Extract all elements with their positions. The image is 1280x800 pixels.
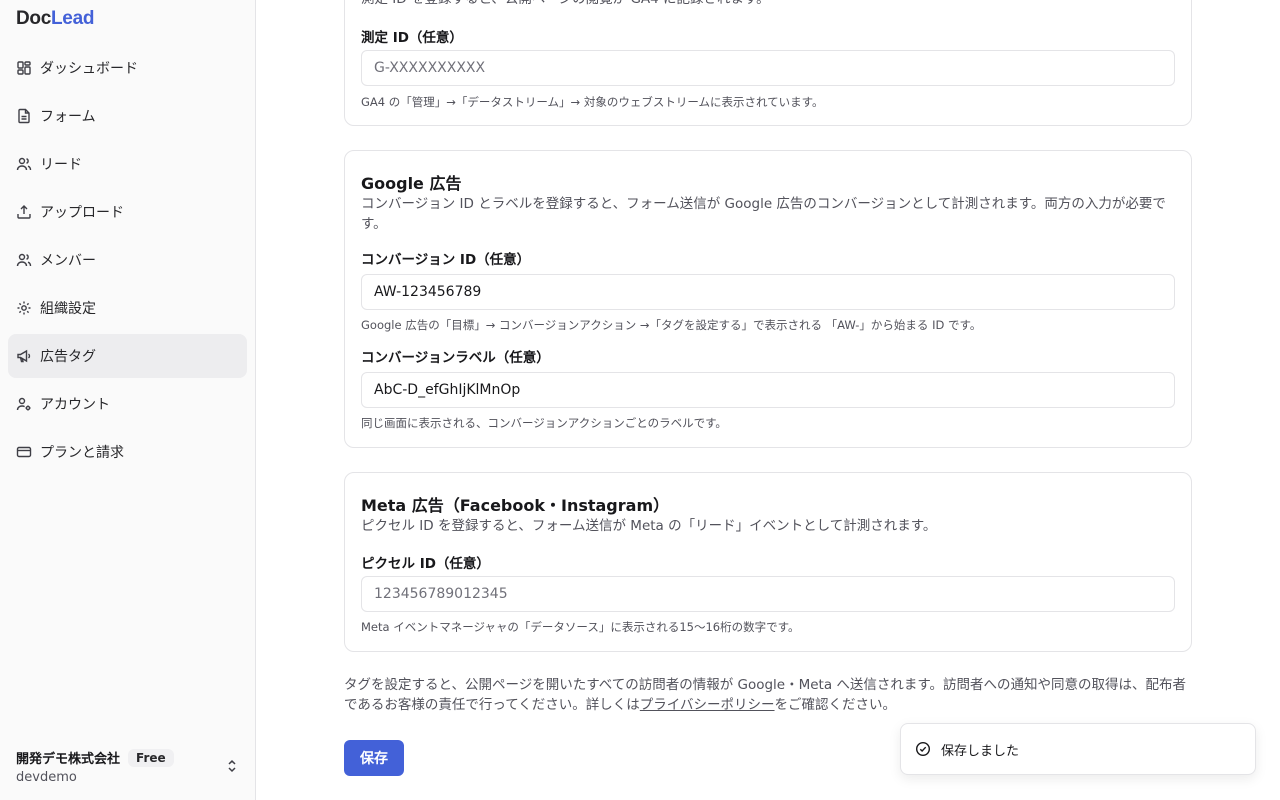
toast-message: 保存しました	[941, 743, 1020, 759]
org-slug: devdemo	[16, 770, 77, 785]
conversion-label-label: コンバージョンラベル（任意）	[361, 350, 550, 366]
sidebar-item-account[interactable]: アカウント	[8, 382, 247, 426]
notice-text-after: をご確認ください。	[774, 697, 897, 713]
sidebar-item-label: 広告タグ	[40, 349, 96, 365]
sidebar-item-forms[interactable]: フォーム	[8, 94, 247, 138]
ga4-card: 測定 ID を登録すると、公開ページの閲覧が GA4 に記録されます。 測定 I…	[344, 0, 1192, 126]
ga4-description: 測定 ID を登録すると、公開ページの閲覧が GA4 に記録されます。	[361, 0, 1177, 9]
sidebar-item-label: フォーム	[40, 109, 96, 125]
gear-icon	[16, 300, 32, 316]
meta-ads-title: Meta 広告（Facebook・Instagram）	[361, 496, 670, 515]
pixel-id-label: ピクセル ID（任意）	[361, 556, 490, 572]
sidebar-item-label: プランと請求	[40, 445, 124, 461]
sidebar-item-label: 組織設定	[40, 301, 96, 317]
document-icon	[16, 108, 32, 124]
privacy-policy-link[interactable]: プライバシーポリシー	[640, 697, 775, 713]
conversion-id-label: コンバージョン ID（任意）	[361, 252, 531, 268]
sidebar-item-label: ダッシュボード	[40, 61, 138, 77]
org-name: 開発デモ株式会社	[16, 752, 121, 767]
google-ads-card: Google 広告 コンバージョン ID とラベルを登録すると、フォーム送信が …	[344, 150, 1192, 448]
user-cog-icon	[16, 396, 32, 412]
sidebar-item-members[interactable]: メンバー	[8, 238, 247, 282]
sidebar-item-upload[interactable]: アップロード	[8, 190, 247, 234]
logo-part-doc: Doc	[16, 8, 51, 29]
sidebar-item-org-settings[interactable]: 組織設定	[8, 286, 247, 330]
credit-card-icon	[16, 444, 32, 460]
meta-ads-description: ピクセル ID を登録すると、フォーム送信が Meta の「リード」イベントとし…	[361, 518, 937, 534]
sidebar-item-label: メンバー	[40, 253, 96, 269]
pixel-id-hint: Meta イベントマネージャャの「データソース」に表示される15〜16桁の数字で…	[361, 620, 800, 634]
org-switcher[interactable]: 開発デモ株式会社 Free devdemo	[16, 748, 240, 788]
chevrons-up-down-icon[interactable]	[224, 758, 240, 774]
plan-badge: Free	[128, 748, 174, 767]
sidebar-item-ad-tags[interactable]: 広告タグ	[8, 334, 247, 378]
app-logo[interactable]: DocLead	[16, 8, 94, 30]
meta-ads-card: Meta 広告（Facebook・Instagram） ピクセル ID を登録す…	[344, 472, 1192, 652]
sidebar-item-dashboard[interactable]: ダッシュボード	[8, 46, 247, 90]
conversion-id-hint: Google 広告の「目標」→ コンバージョンアクション →「タグを設定する」で…	[361, 318, 982, 332]
members-icon	[16, 252, 32, 268]
conversion-id-input[interactable]	[361, 274, 1175, 310]
toast-notification: 保存しました	[900, 723, 1256, 775]
sidebar-nav: ダッシュボード フォーム リード アップロード メンバー 組織設定 広告タグ ア…	[8, 46, 247, 478]
ga4-measurement-id-input[interactable]	[361, 50, 1175, 86]
sidebar-item-leads[interactable]: リード	[8, 142, 247, 186]
google-ads-description: コンバージョン ID とラベルを登録すると、フォーム送信が Google 広告の…	[361, 196, 1166, 232]
megaphone-icon	[16, 348, 32, 364]
org-name-row: 開発デモ株式会社 Free	[16, 748, 240, 767]
users-icon	[16, 156, 32, 172]
sidebar-item-label: リード	[40, 157, 82, 173]
logo-part-lead: Lead	[51, 8, 95, 29]
sidebar: DocLead ダッシュボード フォーム リード アップロード メンバー 組織設…	[0, 0, 256, 800]
dashboard-icon	[16, 60, 32, 76]
sidebar-item-label: アカウント	[40, 397, 110, 413]
main-content: 測定 ID を登録すると、公開ページの閲覧が GA4 に記録されます。 測定 I…	[256, 0, 1280, 800]
ga4-measurement-id-label: 測定 ID（任意）	[361, 30, 463, 46]
sidebar-item-label: アップロード	[40, 205, 124, 221]
sidebar-item-billing[interactable]: プランと請求	[8, 430, 247, 474]
ga4-hint: GA4 の「管理」→「データストリーム」→ 対象のウェブストリームに表示されてい…	[361, 95, 824, 109]
conversion-label-input[interactable]	[361, 372, 1175, 408]
pixel-id-input[interactable]	[361, 576, 1175, 612]
conversion-label-hint: 同じ画面に表示される、コンバージョンアクションごとのラベルです。	[361, 416, 727, 430]
save-button[interactable]: 保存	[344, 740, 404, 776]
google-ads-title: Google 広告	[361, 174, 462, 193]
upload-icon	[16, 204, 32, 220]
check-circle-icon	[915, 741, 931, 757]
privacy-notice: タグを設定すると、公開ページを開いたすべての訪問者の情報が Google・Met…	[344, 675, 1192, 715]
